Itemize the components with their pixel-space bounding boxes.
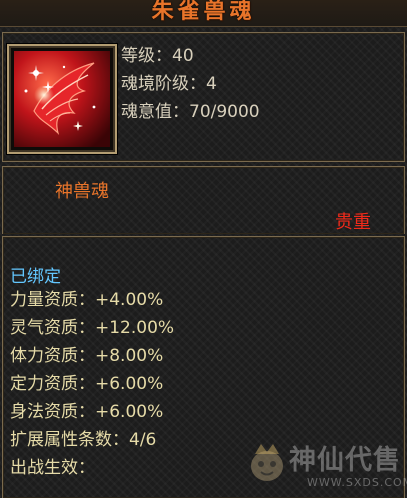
stat-realm-rank: 魂境阶级：4 <box>121 74 217 94</box>
attribute-row: 出战生效： <box>10 458 95 478</box>
watermark-text: 神仙代售 <box>289 445 401 476</box>
attribute-label: 体力资质： <box>10 346 95 366</box>
attribute-row: 扩展属性条数：4/6 <box>10 430 156 450</box>
attribute-value: +12.00% <box>95 318 175 338</box>
attribute-label: 力量资质： <box>10 290 95 310</box>
stat-realm-rank-label: 魂境阶级： <box>121 74 206 94</box>
item-tooltip: 朱雀兽魂 等级：40 魂境阶级：4 魂意值：70/9000 神兽魂 贵重 已绑定… <box>0 0 407 498</box>
stat-level: 等级：40 <box>121 46 194 66</box>
watermark: 神仙代售 WWW.SXDS.COM <box>245 436 407 492</box>
attribute-value: +8.00% <box>95 346 164 366</box>
attribute-value: 4/6 <box>129 430 157 450</box>
bind-status: 已绑定 <box>10 267 61 287</box>
attribute-row: 定力资质：+6.00% <box>10 374 163 394</box>
attribute-label: 身法资质： <box>10 402 95 422</box>
attribute-value: +6.00% <box>95 374 164 394</box>
vermilion-bird-icon <box>14 51 110 147</box>
stat-soul-will-value: 70/9000 <box>189 102 260 122</box>
item-rarity: 贵重 <box>335 212 371 233</box>
item-type: 神兽魂 <box>55 181 109 202</box>
attribute-row: 力量资质：+4.00% <box>10 290 163 310</box>
item-icon-slot[interactable] <box>7 44 117 154</box>
mascot-logo-icon <box>251 444 283 481</box>
attribute-row: 灵气资质：+12.00% <box>10 318 174 338</box>
attribute-row: 体力资质：+8.00% <box>10 346 163 366</box>
attribute-label: 出战生效： <box>10 458 95 478</box>
title-bar: 朱雀兽魂 <box>0 0 407 27</box>
attribute-row: 身法资质：+6.00% <box>10 402 163 422</box>
stat-soul-will: 魂意值：70/9000 <box>121 102 260 122</box>
attribute-label: 定力资质： <box>10 374 95 394</box>
item-name: 朱雀兽魂 <box>151 0 256 24</box>
attribute-label: 灵气资质： <box>10 318 95 338</box>
stat-level-value: 40 <box>172 46 194 66</box>
attribute-value: +4.00% <box>95 290 164 310</box>
stat-soul-will-label: 魂意值： <box>121 102 189 122</box>
attribute-label: 扩展属性条数： <box>10 430 129 450</box>
watermark-url: WWW.SXDS.COM <box>307 476 407 489</box>
stat-level-label: 等级： <box>121 46 172 66</box>
stat-realm-rank-value: 4 <box>206 74 217 94</box>
attribute-value: +6.00% <box>95 402 164 422</box>
